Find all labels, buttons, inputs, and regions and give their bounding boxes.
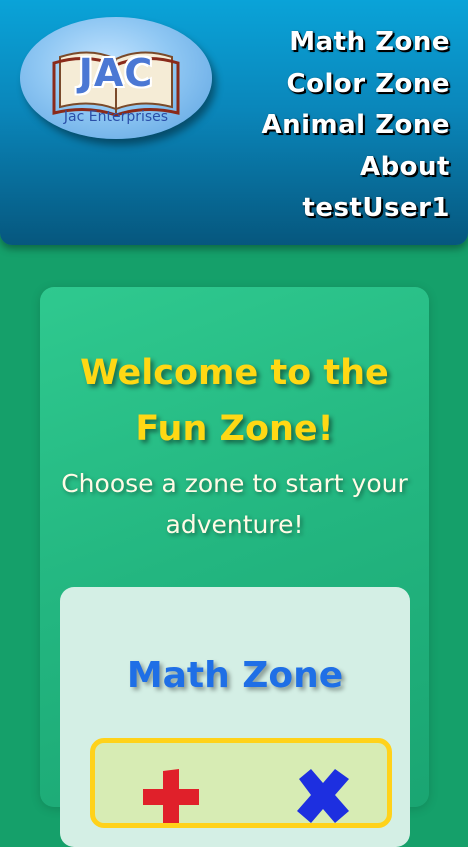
nav-link-math-zone[interactable]: Math Zone [261,22,450,64]
nav-link-user-account[interactable]: testUser1 [261,188,450,230]
times-icon [297,769,349,823]
welcome-title: Welcome to the Fun Zone! [80,353,389,449]
site-header: JAC Jac Enterprises Math Zone Color Zone… [0,0,468,245]
logo-company-name: Jac Enterprises [63,109,169,125]
jac-logo[interactable]: JAC Jac Enterprises [20,17,212,139]
zone-preview[interactable] [90,738,392,828]
welcome-card: Welcome to the Fun Zone! Choose a zone t… [40,287,429,847]
zone-card-math[interactable]: Math Zone [60,587,410,847]
nav-link-color-zone[interactable]: Color Zone [261,64,450,106]
logo-wordmark: JAC [78,51,154,95]
nav-link-about[interactable]: About [261,147,450,189]
plus-icon [143,769,199,823]
zone-card-title: Math Zone [126,655,344,696]
nav-link-animal-zone[interactable]: Animal Zone [261,105,450,147]
main-nav: Math Zone Color Zone Animal Zone About t… [261,22,450,230]
welcome-subtitle: Choose a zone to start your adventure! [61,469,408,539]
